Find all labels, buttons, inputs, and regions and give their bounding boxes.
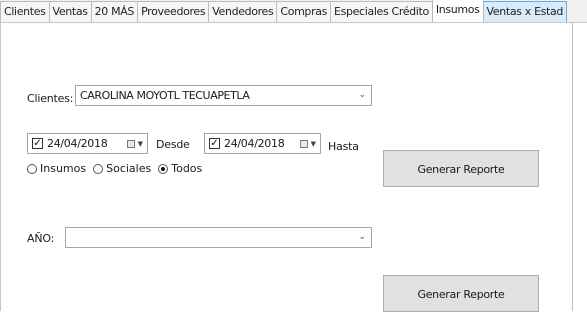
anio-label: AÑO: [27,232,55,245]
tab-ventas[interactable]: Ventas [48,1,92,22]
radio-insumos[interactable]: Insumos [27,162,86,175]
date-from-calendar-button[interactable]: ▼ [127,138,143,150]
dropdown-arrow-icon: ▼ [310,140,316,148]
clientes-selected-value: CAROLINA MOYOTL TECUAPETLA [80,89,250,102]
radio-sociales-label: Sociales [106,162,152,175]
tab-20-mas[interactable]: 20 MÁS [90,1,139,22]
radio-todos-indicator[interactable] [158,163,169,174]
radio-sociales[interactable]: Sociales [93,162,151,175]
tab-proveedores[interactable]: Proveedores [137,1,210,22]
radio-todos[interactable]: Todos [158,162,202,175]
date-from-checkbox[interactable]: ✓ [32,138,43,149]
calendar-icon [300,140,308,148]
date-to-value: 24/04/2018 [224,137,285,150]
hasta-label: Hasta [328,140,359,153]
tab-ventas-x-estado[interactable]: Ventas x Estad [482,1,568,22]
anio-combobox[interactable]: ⌄ [65,227,372,248]
date-to-checkbox[interactable]: ✓ [209,138,220,149]
desde-label: Desde [156,138,190,151]
radio-insumos-indicator[interactable] [27,163,37,174]
chevron-down-icon[interactable]: ⌄ [358,232,366,242]
date-from-picker[interactable]: ✓ 24/04/2018 ▼ [27,133,148,154]
tab-strip: Clientes Ventas 20 MÁS Proveedores Vende… [0,0,587,23]
chevron-down-icon[interactable]: ⌄ [358,90,366,100]
tab-insumos[interactable]: Insumos [431,0,484,22]
dropdown-arrow-icon: ▼ [137,140,143,148]
tab-vendedores[interactable]: Vendedores [208,1,278,22]
generar-reporte-button-1[interactable]: Generar Reporte [383,150,539,187]
clientes-combobox[interactable]: CAROLINA MOYOTL TECUAPETLA ⌄ [75,85,372,106]
tipo-radio-group: Insumos Sociales Todos [27,162,209,175]
calendar-icon [127,140,135,148]
date-to-picker[interactable]: ✓ 24/04/2018 ▼ [204,133,321,154]
tab-compras[interactable]: Compras [276,1,332,22]
clientes-label: Clientes: [27,92,74,105]
radio-insumos-label: Insumos [40,162,87,175]
generar-reporte-button-2[interactable]: Generar Reporte [383,275,539,312]
radio-sociales-indicator[interactable] [93,163,104,174]
tab-clientes[interactable]: Clientes [0,1,50,22]
tab-especiales-credito[interactable]: Especiales Crédito [330,1,433,22]
tab-content-panel: Clientes: CAROLINA MOYOTL TECUAPETLA ⌄ ✓… [0,22,573,312]
date-to-calendar-button[interactable]: ▼ [300,138,316,150]
date-from-value: 24/04/2018 [47,137,108,150]
radio-todos-label: Todos [171,162,203,175]
